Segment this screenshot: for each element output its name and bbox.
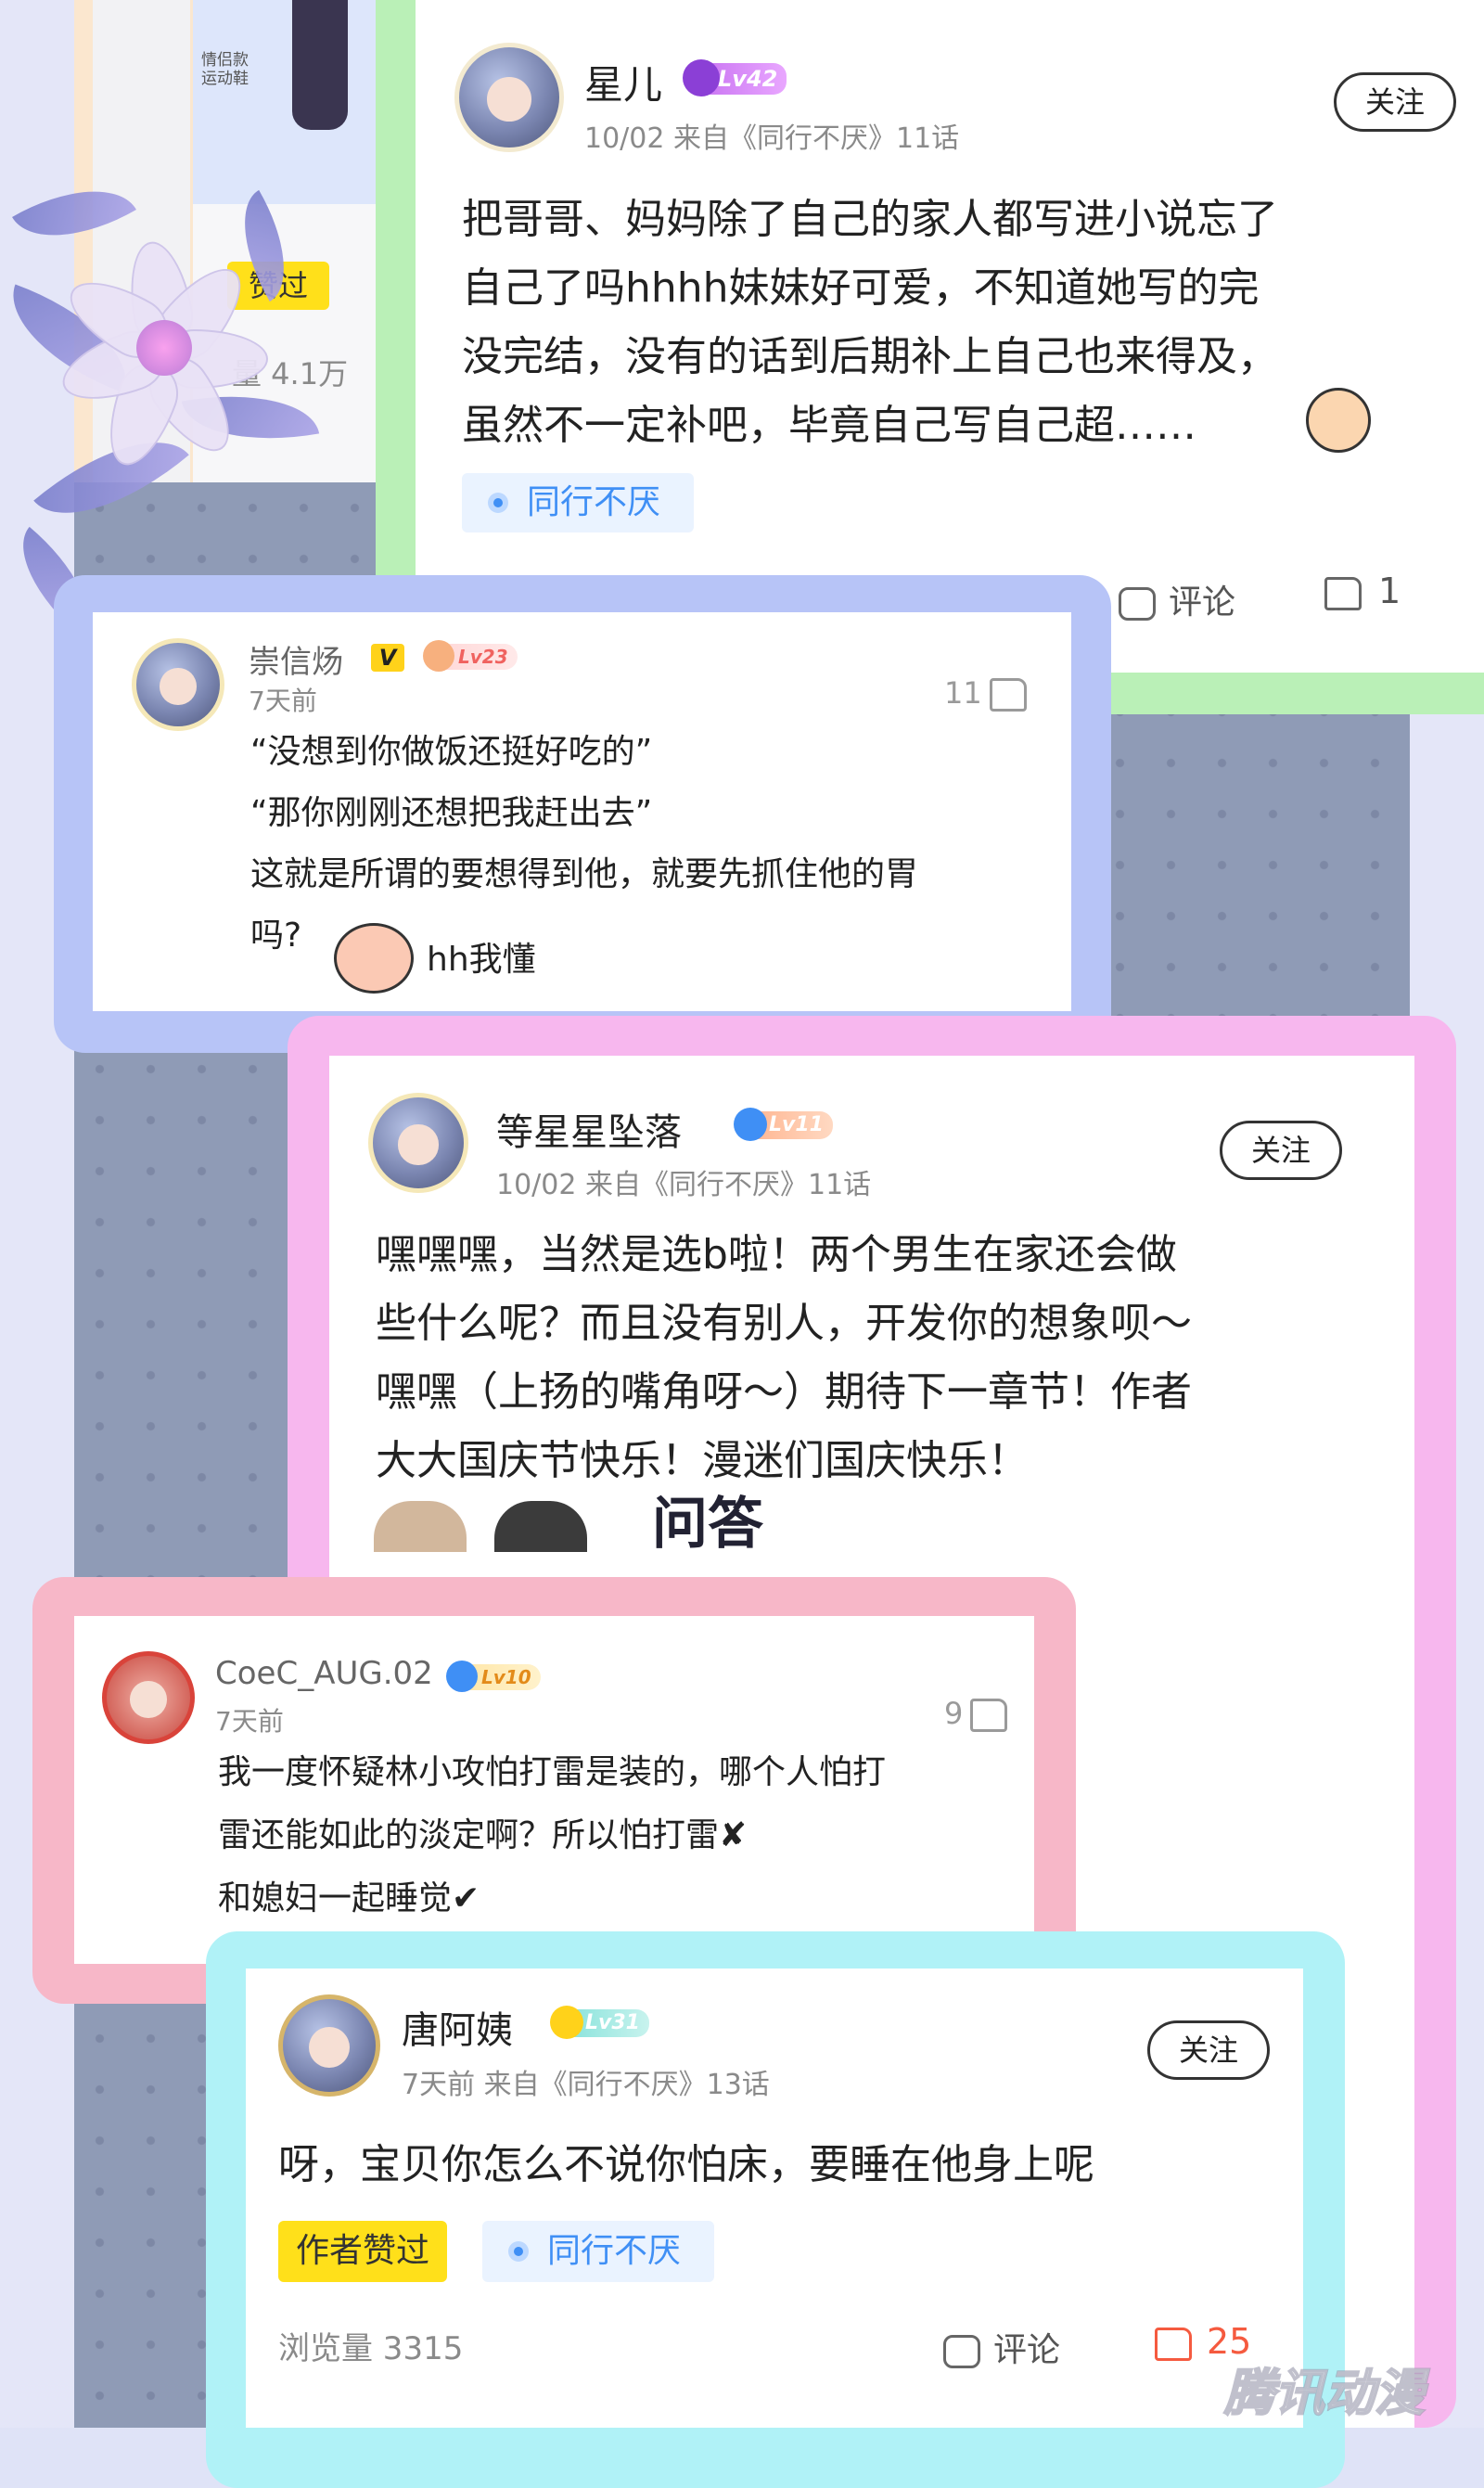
avatar[interactable] — [132, 638, 224, 731]
comment-card-2: 崇信炀 V Lv23 7天前 11 “没想到你做饭还挺好吃的” “那你刚刚还想把… — [93, 612, 1071, 1011]
topic-tag[interactable]: 同行不厌 — [482, 2221, 714, 2282]
comment-action[interactable]: 评论 — [1119, 575, 1235, 623]
comment-text: 我一度怀疑林小攻怕打雷是装的，哪个人怕打 雷还能如此的淡定啊？所以怕打雷✘ 和媳… — [218, 1753, 887, 1917]
level-badge: Lv31 — [550, 2006, 649, 2039]
emoji-sticker — [334, 923, 414, 994]
username[interactable]: 崇信炀 — [249, 636, 343, 682]
comment-time: 7天前 — [249, 686, 317, 716]
level-icon — [550, 2006, 583, 2039]
comment-label: 评论 — [993, 2331, 1061, 2369]
like-action[interactable]: 1 — [1324, 571, 1401, 611]
like-action[interactable]: 11 — [944, 675, 1027, 712]
level-badge: Lv42 — [683, 59, 787, 96]
follow-button[interactable]: 关注 — [1334, 72, 1456, 132]
comment-label: 评论 — [1169, 584, 1236, 622]
comment-icon — [1119, 587, 1156, 621]
watermark-logo: 腾讯动漫 — [1223, 2363, 1426, 2423]
like-count: 11 — [944, 675, 982, 711]
level-icon — [423, 640, 454, 672]
comment-text: 嘿嘿嘿，当然是选b啦！两个男生在家还会做 些什么呢？而且没有别人，开发你的想象呗… — [376, 1231, 1192, 1484]
level-text: Lv10 — [481, 1666, 531, 1688]
avatar[interactable] — [102, 1651, 195, 1744]
thumbs-up-icon — [989, 678, 1027, 712]
comment-meta: 10/02 来自《同行不厌》11话 — [584, 122, 960, 155]
avatar[interactable] — [278, 1994, 380, 2097]
level-badge: Lv23 — [423, 640, 518, 672]
like-action[interactable]: 9 — [944, 1696, 1008, 1732]
comment-card-1: 星儿 Lv42 10/02 来自《同行不厌》11话 关注 把哥哥、妈妈除了自己的… — [416, 0, 1484, 673]
username[interactable]: 等星星坠落 — [496, 1102, 682, 1156]
level-badge: Lv10 — [446, 1661, 541, 1692]
username[interactable]: 星儿 — [584, 54, 662, 110]
comment-image: 问答 — [374, 1496, 819, 1552]
like-count: 9 — [944, 1696, 964, 1731]
level-icon — [446, 1661, 478, 1692]
thumbs-up-icon — [1155, 2327, 1192, 2361]
level-badge: Lv11 — [734, 1108, 833, 1141]
level-icon — [683, 59, 720, 96]
comment-meta: 7天前 来自《同行不厌》13话 — [402, 2069, 770, 2101]
emoji-sticker — [1306, 388, 1371, 453]
comment-text: 把哥哥、妈妈除了自己的家人都写进小说忘了 自己了吗hhhh妹妹好可爱，不知道她写… — [462, 196, 1278, 449]
comment-icon — [943, 2335, 980, 2368]
follow-button[interactable]: 关注 — [1147, 2020, 1270, 2080]
avatar[interactable] — [368, 1093, 468, 1193]
comment-text-tail: hh我懂 — [427, 941, 536, 979]
like-count: 1 — [1378, 571, 1401, 611]
comment-action[interactable]: 评论 — [943, 2323, 1060, 2371]
comment-card-4: CoeC_AUG.02 Lv10 7天前 9 我一度怀疑林小攻怕打雷是装的，哪个… — [74, 1616, 1034, 1964]
image-caption: 问答 — [652, 1492, 763, 1557]
vip-badge: V — [371, 644, 404, 672]
follow-button[interactable]: 关注 — [1220, 1121, 1342, 1180]
comment-card-5: 唐阿姨 Lv31 7天前 来自《同行不厌》13话 关注 呀，宝贝你怎么不说你怕床… — [246, 1969, 1303, 2428]
level-text: Lv42 — [718, 66, 778, 92]
level-text: Lv11 — [769, 1113, 824, 1136]
thumbs-up-icon — [1324, 576, 1362, 610]
views-count: 浏览量 3315 — [278, 2330, 464, 2367]
level-text: Lv23 — [458, 646, 508, 668]
level-text: Lv31 — [585, 2011, 640, 2034]
thumbs-up-icon — [970, 1699, 1008, 1732]
topic-dot-icon — [508, 2241, 529, 2262]
topic-tag[interactable]: 同行不厌 — [462, 473, 694, 532]
comment-time: 7天前 — [215, 1706, 284, 1737]
sticker-text: 情侣款 运动鞋 — [201, 51, 249, 88]
avatar[interactable] — [454, 43, 564, 152]
author-liked-badge: 作者赞过 — [278, 2221, 447, 2282]
username[interactable]: 唐阿姨 — [402, 2000, 513, 2054]
comment-text: 呀，宝贝你怎么不说你怕床，要睡在他身上呢 — [278, 2141, 1094, 2188]
comment-meta: 10/02 来自《同行不厌》11话 — [496, 1169, 872, 1201]
username[interactable]: CoeC_AUG.02 — [215, 1655, 433, 1692]
topic-dot-icon — [488, 493, 508, 513]
level-icon — [734, 1108, 767, 1141]
